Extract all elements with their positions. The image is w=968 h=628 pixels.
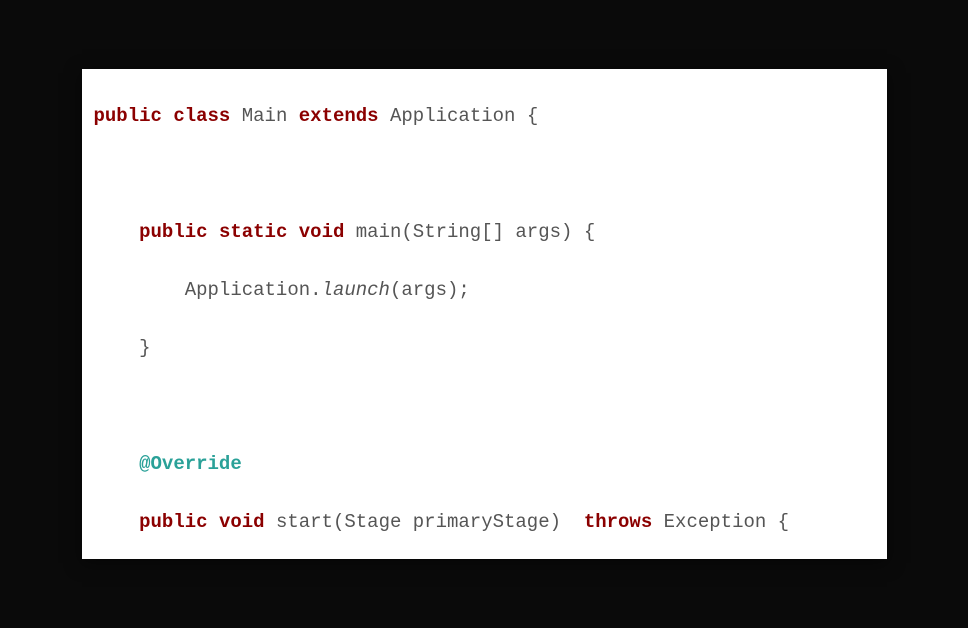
keyword-void: void [219,511,265,533]
keyword-static: static [219,221,287,243]
annotation-override: @Override [139,453,242,475]
params: (Stage primaryStage) [333,511,572,533]
keyword-void: void [299,221,345,243]
keyword-extends: extends [299,105,379,127]
method-name-main: main [356,221,402,243]
brace: { [766,511,789,533]
class-name: Main [242,105,288,127]
superclass-name: Application [390,105,515,127]
keyword-public: public [139,221,207,243]
keyword-public: public [94,105,162,127]
brace: { [515,105,538,127]
code-line-6[interactable] [82,392,887,421]
code-line-1[interactable]: public class Main extends Application { [82,102,887,131]
exception-type: Exception [664,511,767,533]
code-line-8[interactable]: public void start(Stage primaryStage) th… [82,508,887,537]
call-args: (args); [390,279,470,301]
editor-window: public class Main extends Application { … [82,69,887,559]
code-editor[interactable]: public class Main extends Application { … [82,69,887,559]
call-qualifier: Application. [185,279,322,301]
keyword-throws: throws [584,511,652,533]
code-line-2[interactable] [82,160,887,189]
keyword-class: class [173,105,230,127]
method-name-start: start [276,511,333,533]
brace: } [139,337,150,359]
code-line-3[interactable]: public static void main(String[] args) { [82,218,887,247]
code-line-5[interactable]: } [82,334,887,363]
keyword-public: public [139,511,207,533]
code-line-7[interactable]: @Override [82,450,887,479]
page-outer: public class Main extends Application { … [0,0,968,628]
code-line-4[interactable]: Application.launch(args); [82,276,887,305]
params: (String[] args) [401,221,583,243]
call-method: launch [322,279,390,301]
brace: { [584,221,595,243]
